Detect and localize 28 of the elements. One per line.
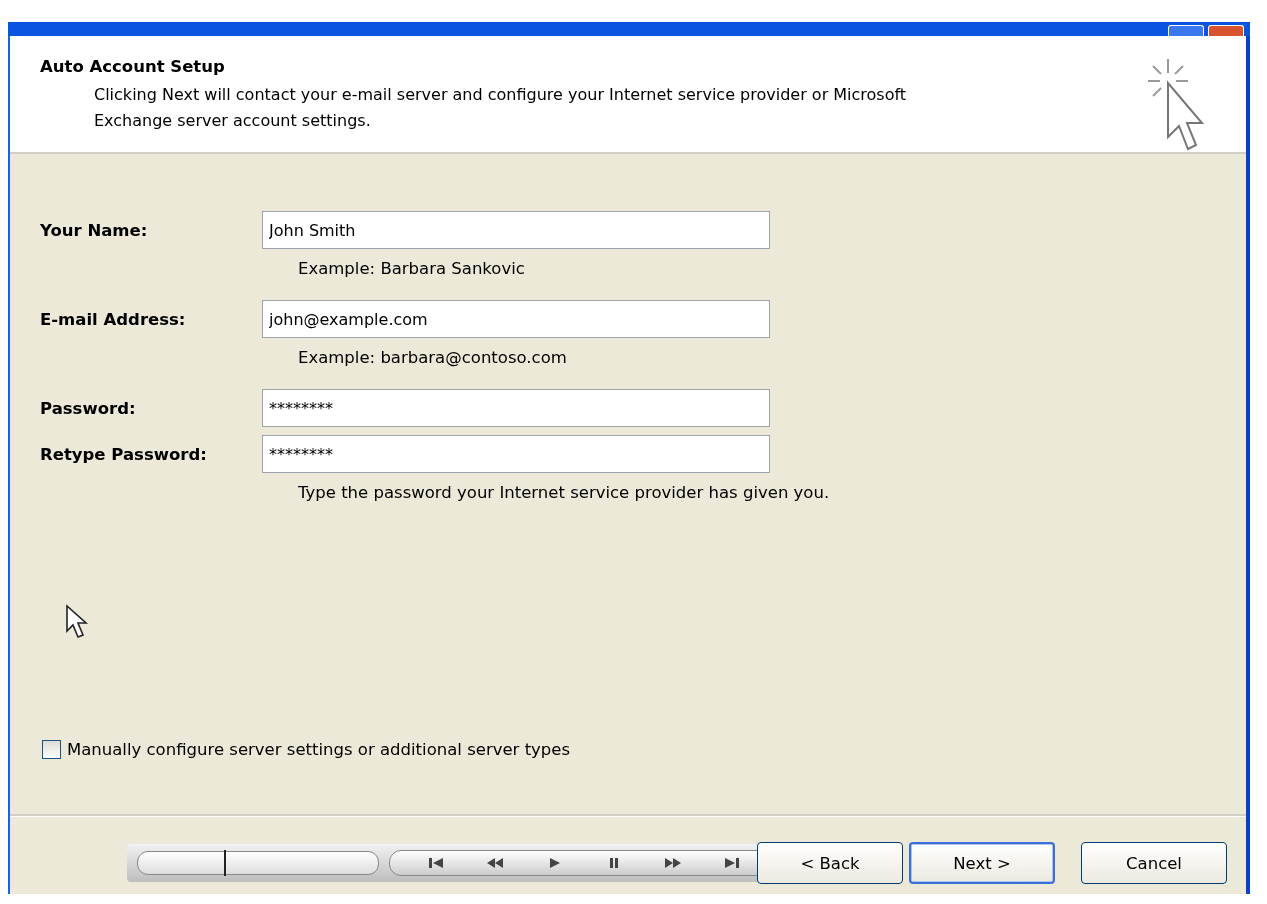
- minimize-button[interactable]: [1168, 25, 1204, 36]
- field-label: Password:: [40, 398, 137, 418]
- checkbox[interactable]: [42, 740, 61, 759]
- field-hint: Example: barbara@contoso.com: [297, 347, 567, 367]
- fast-forward-icon[interactable]: [663, 856, 682, 870]
- rewind-icon[interactable]: [486, 856, 504, 870]
- field-label: Retype Password:: [40, 444, 208, 464]
- page-title: Auto Account Setup: [40, 57, 226, 76]
- mouse-cursor-icon: [65, 604, 91, 640]
- field-label: Your Name:: [40, 220, 149, 240]
- input-field[interactable]: John Smith: [262, 211, 770, 249]
- dialog-button[interactable]: < Back: [757, 842, 903, 884]
- seek-thumb[interactable]: [224, 850, 227, 876]
- description-text: Exchange server account settings.: [93, 110, 372, 132]
- skip-forward-icon[interactable]: [723, 856, 742, 870]
- input-field[interactable]: ********: [262, 389, 770, 427]
- close-button[interactable]: [1208, 25, 1244, 36]
- checkbox-label: Manually configure server settings or additional server types: [67, 740, 571, 759]
- input-field[interactable]: john@example.com: [262, 300, 770, 338]
- field-label: E-mail Address:: [40, 309, 187, 329]
- seek-slider[interactable]: [137, 851, 379, 875]
- field-hint: Type the password your Internet service provider has given you.: [297, 482, 830, 502]
- dialog-button[interactable]: Cancel: [1081, 842, 1227, 884]
- description-text: Clicking Next will contact your e-mail server and configure your Internet service provider or Microsoft: [93, 84, 907, 106]
- field-hint: Example: Barbara Sankovic: [297, 258, 525, 278]
- input-field[interactable]: ********: [262, 435, 770, 473]
- dialog-button[interactable]: Next >: [909, 842, 1055, 884]
- skip-back-icon[interactable]: [426, 856, 445, 870]
